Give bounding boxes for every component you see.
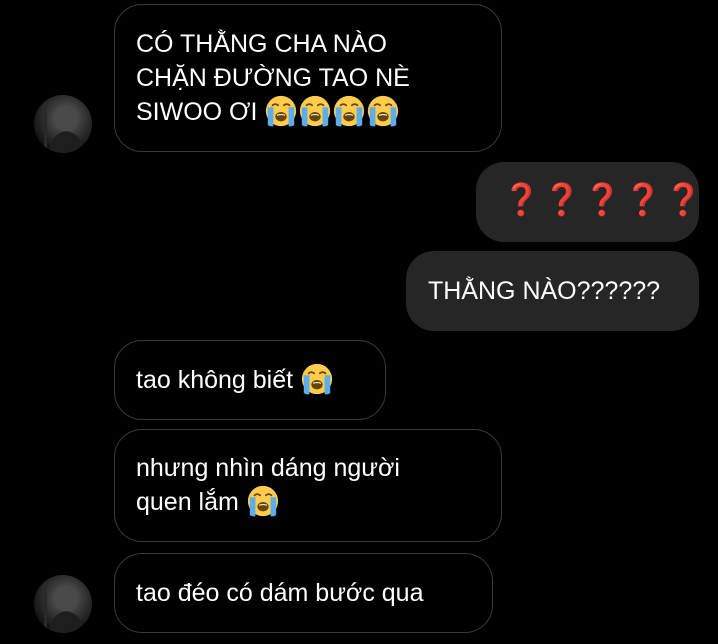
message-line: CHẶN ĐƯỜNG TAO NÈ	[136, 64, 410, 92]
loudly-crying-face-icon	[300, 362, 334, 396]
message-text: tao không biết	[136, 366, 294, 394]
message-bubble-outgoing[interactable]: ❓❓❓❓❓	[476, 162, 703, 242]
avatar-photo	[44, 101, 84, 153]
loudly-crying-face-icon	[246, 484, 280, 518]
message-line: CÓ THẰNG CHA NÀO	[136, 30, 387, 58]
sender-avatar[interactable]	[34, 95, 92, 153]
loudly-crying-face-icon	[298, 94, 332, 128]
message-line: SIWOO ƠI	[136, 95, 501, 129]
message-bubble-incoming[interactable]: tao không biết	[114, 340, 386, 420]
loudly-crying-face-icon	[332, 94, 366, 128]
message-text: THẰNG NÀO??????	[428, 277, 661, 305]
message-line: nhưng nhìn dáng người	[136, 454, 400, 482]
message-bubble-incoming[interactable]: CÓ THẰNG CHA NÀO CHẶN ĐƯỜNG TAO NÈ SIWOO…	[114, 4, 502, 152]
message-text: tao đéo có dám bước qua	[136, 579, 424, 607]
loudly-crying-face-icon	[366, 94, 400, 128]
question-marks-text: ❓❓❓❓❓	[502, 182, 705, 218]
loudly-crying-face-icon	[264, 94, 298, 128]
message-line-text: quen lắm	[136, 488, 239, 516]
message-bubble-incoming[interactable]: nhưng nhìn dáng người quen lắm	[114, 429, 502, 542]
avatar-photo	[44, 581, 84, 633]
message-bubble-outgoing[interactable]: THẰNG NÀO??????	[406, 251, 699, 331]
message-bubble-incoming[interactable]: tao đéo có dám bước qua	[114, 553, 493, 633]
sender-avatar[interactable]	[34, 575, 92, 633]
message-line-text: SIWOO ƠI	[136, 98, 258, 126]
message-line: quen lắm	[136, 485, 501, 519]
